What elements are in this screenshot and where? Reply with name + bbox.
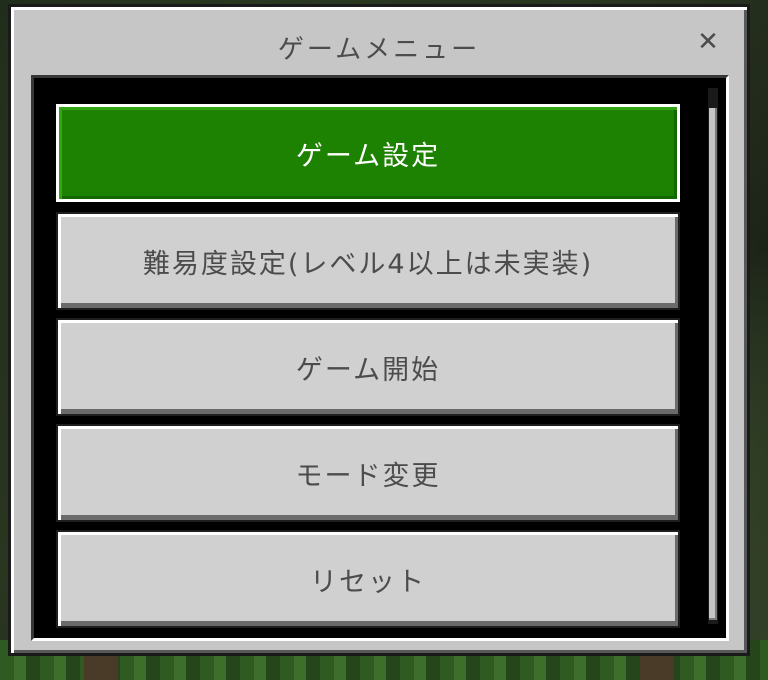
- close-button[interactable]: ✕: [695, 29, 721, 55]
- button-label: モード変更: [295, 460, 441, 492]
- button-label: ゲーム設定: [295, 140, 441, 172]
- difficulty-settings-button[interactable]: 難易度設定(レベル4以上は未実装): [56, 212, 680, 310]
- mode-change-button[interactable]: モード変更: [56, 424, 680, 522]
- dialog-title: ゲームメニュー: [277, 35, 481, 65]
- close-icon: ✕: [697, 27, 719, 57]
- menu-list-panel[interactable]: ゲーム設定 難易度設定(レベル4以上は未実装) ゲーム開始 モード変更 リセット: [31, 75, 729, 641]
- game-settings-button[interactable]: ゲーム設定: [56, 104, 680, 202]
- reset-button[interactable]: リセット: [56, 530, 680, 628]
- button-label: ゲーム開始: [295, 354, 441, 386]
- button-label: 難易度設定(レベル4以上は未実装): [142, 248, 594, 280]
- game-start-button[interactable]: ゲーム開始: [56, 318, 680, 416]
- scrollbar-thumb[interactable]: [709, 108, 717, 620]
- game-menu-dialog: ゲームメニュー ✕ ゲーム設定 難易度設定(レベル4以上は未実装) ゲーム開始 …: [8, 4, 750, 656]
- scrollbar-track[interactable]: [708, 88, 718, 624]
- button-label: リセット: [310, 566, 426, 598]
